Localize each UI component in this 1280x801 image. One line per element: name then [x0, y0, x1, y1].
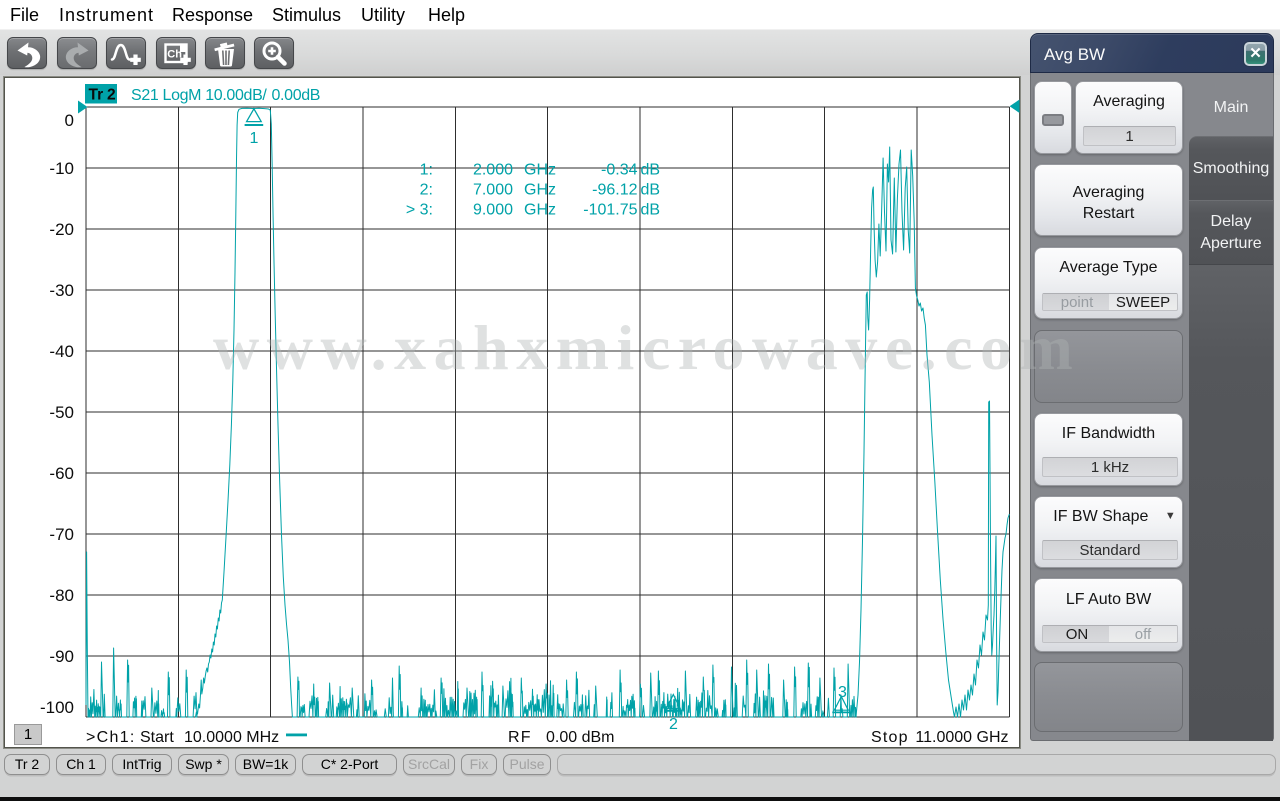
svg-text:Ch: Ch: [167, 49, 182, 61]
